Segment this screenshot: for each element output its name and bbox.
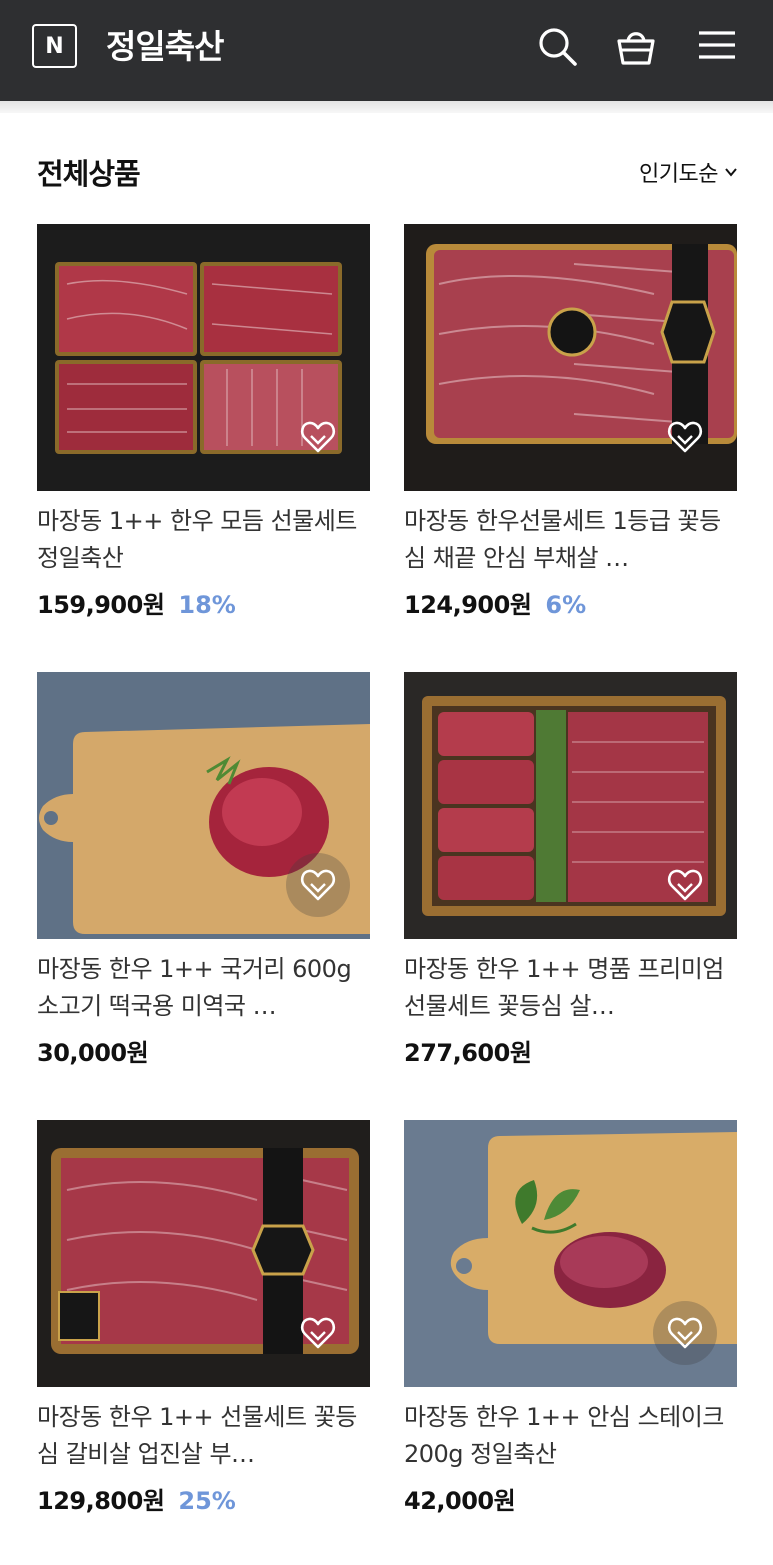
- discount-rate: 25%: [178, 1487, 236, 1515]
- product-price: 42,000원: [404, 1487, 516, 1515]
- section-title: 전체상품: [37, 157, 141, 191]
- product-card[interactable]: 마장동 한우 1++ 명품 프리미엄 선물세트 꽃등심 살… 277,600원: [404, 672, 737, 1068]
- product-image[interactable]: [404, 224, 737, 491]
- product-image[interactable]: [404, 1120, 737, 1387]
- sort-dropdown[interactable]: 인기도순: [639, 156, 738, 188]
- top-bar: N 정일축산: [0, 0, 773, 101]
- discount-rate: 6%: [545, 591, 587, 619]
- wishlist-heart-icon[interactable]: [653, 1301, 717, 1365]
- product-price: 30,000원: [37, 1039, 149, 1067]
- price-row: 277,600원: [404, 1033, 737, 1068]
- header-divider: [0, 101, 773, 113]
- product-title[interactable]: 마장동 한우선물세트 1등급 꽃등심 채끝 안심 부채살 …: [404, 503, 737, 577]
- wishlist-heart-icon[interactable]: [653, 853, 717, 917]
- naver-logo[interactable]: N: [32, 24, 77, 68]
- product-image[interactable]: [37, 1120, 370, 1387]
- product-title[interactable]: 마장동 한우 1++ 선물세트 꽃등심 갈비살 업진살 부…: [37, 1399, 370, 1473]
- wishlist-heart-icon[interactable]: [286, 853, 350, 917]
- price-row: 124,900원 6%: [404, 585, 737, 620]
- product-card[interactable]: 마장동 한우 1++ 안심 스테이크 200g 정일축산 42,000원: [404, 1120, 737, 1516]
- store-name[interactable]: 정일축산: [106, 20, 224, 68]
- wishlist-heart-icon[interactable]: [286, 405, 350, 469]
- search-icon[interactable]: [535, 24, 579, 68]
- discount-rate: 18%: [178, 591, 236, 619]
- product-price: 124,900원: [404, 591, 532, 619]
- price-row: 129,800원 25%: [37, 1481, 370, 1516]
- menu-icon[interactable]: [695, 24, 739, 68]
- price-row: 42,000원: [404, 1481, 737, 1516]
- product-title[interactable]: 마장동 한우 1++ 국거리 600g 소고기 떡국용 미역국 …: [37, 951, 370, 1025]
- price-row: 30,000원: [37, 1033, 370, 1068]
- product-image[interactable]: [37, 224, 370, 491]
- product-image[interactable]: [37, 672, 370, 939]
- product-title[interactable]: 마장동 한우 1++ 명품 프리미엄 선물세트 꽃등심 살…: [404, 951, 737, 1025]
- product-card[interactable]: 마장동 1++ 한우 모듬 선물세트 정일축산 159,900원 18%: [37, 224, 370, 620]
- product-title[interactable]: 마장동 1++ 한우 모듬 선물세트 정일축산: [37, 503, 370, 577]
- product-image[interactable]: [404, 672, 737, 939]
- product-card[interactable]: 마장동 한우 1++ 국거리 600g 소고기 떡국용 미역국 … 30,000…: [37, 672, 370, 1068]
- chevron-down-icon: [724, 160, 738, 185]
- product-price: 129,800원: [37, 1487, 165, 1515]
- shopping-bag-icon[interactable]: [614, 24, 658, 68]
- wishlist-heart-icon[interactable]: [286, 1301, 350, 1365]
- product-price: 159,900원: [37, 591, 165, 619]
- sort-label: 인기도순: [639, 162, 718, 187]
- wishlist-heart-icon[interactable]: [653, 405, 717, 469]
- product-card[interactable]: 마장동 한우 1++ 선물세트 꽃등심 갈비살 업진살 부… 129,800원 …: [37, 1120, 370, 1516]
- product-price: 277,600원: [404, 1039, 532, 1067]
- product-card[interactable]: 마장동 한우선물세트 1등급 꽃등심 채끝 안심 부채살 … 124,900원 …: [404, 224, 737, 620]
- product-title[interactable]: 마장동 한우 1++ 안심 스테이크 200g 정일축산: [404, 1399, 737, 1473]
- price-row: 159,900원 18%: [37, 585, 370, 620]
